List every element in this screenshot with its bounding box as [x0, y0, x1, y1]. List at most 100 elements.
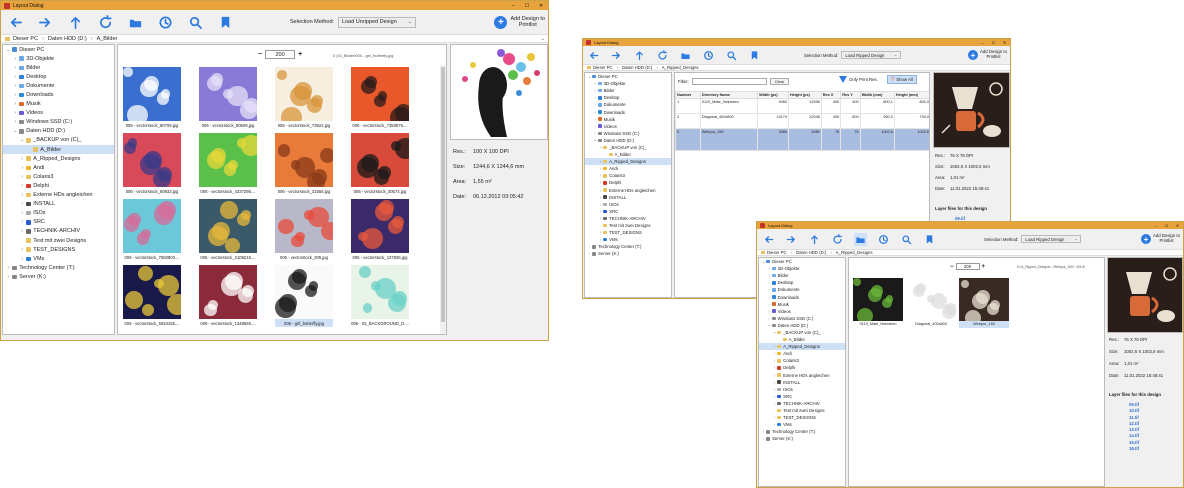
tree-item-technik-archiv[interactable]: › TECHNIK-ARCHIV	[759, 400, 845, 407]
breadcrumb-item[interactable]: Dieser PC	[13, 36, 38, 42]
tree-item-src[interactable]: › SRC	[759, 393, 845, 400]
expanded-chevron-icon[interactable]: ⌄	[19, 137, 26, 143]
collapsed-chevron-icon[interactable]: ›	[593, 88, 598, 93]
collapsed-chevron-icon[interactable]: ›	[593, 102, 598, 107]
tree-item-videos[interactable]: › Videos	[3, 109, 114, 118]
tree-item-test-designs[interactable]: › TEST_DESIGNS	[759, 414, 845, 421]
column-header[interactable]: Res Y	[840, 91, 861, 99]
thumbnail-item[interactable]: 006 - vectorstock_1348565....	[199, 265, 257, 327]
collapsed-chevron-icon[interactable]: ›	[593, 81, 598, 86]
expanded-chevron-icon[interactable]: ⌄	[5, 47, 12, 53]
tree-item-delphi[interactable]: › Delphi	[759, 364, 845, 371]
tree-item-vms[interactable]: › VMs	[3, 254, 114, 263]
collapsed-chevron-icon[interactable]: ›	[767, 266, 772, 271]
collapsed-chevron-icon[interactable]: ›	[767, 302, 772, 307]
tree-item-desktop[interactable]: › Desktop	[759, 279, 845, 286]
collapsed-chevron-icon[interactable]: ›	[593, 117, 598, 122]
tree-item-dokumente[interactable]: › Dokumente	[759, 286, 845, 293]
thumbnail-item[interactable]: 006 - 03_BACKGROUND_D....	[351, 265, 409, 327]
history-clock-icon[interactable]	[877, 233, 890, 246]
collapsed-chevron-icon[interactable]: ›	[767, 295, 772, 300]
tree-item-downloads[interactable]: › Downloads	[585, 108, 671, 115]
tree-item-technology-center[interactable]: › Technology Center (T:)	[3, 263, 114, 272]
selection-method-dropdown[interactable]: Load Unripped Design ⌄	[338, 16, 417, 28]
collapsed-chevron-icon[interactable]: ›	[12, 119, 19, 125]
folder-open-icon[interactable]	[127, 14, 144, 31]
tree-item-externe-hds[interactable]: › Externe HDs angleichen	[585, 187, 671, 194]
tree-item-colaris3[interactable]: › Colaris3	[585, 172, 671, 179]
collapsed-chevron-icon[interactable]: ›	[593, 124, 598, 129]
thumbnail-item[interactable]: 0119_Mate_Heineken	[853, 278, 903, 328]
collapsed-chevron-icon[interactable]: ›	[19, 247, 26, 253]
tree-item-windows-ssd[interactable]: › Windows SSD (C:)	[585, 130, 671, 137]
zoom-input[interactable]: 200	[955, 263, 980, 270]
tree-item-windows-ssd[interactable]: › Windows SSD (C:)	[759, 315, 845, 322]
add-design-button[interactable]: + Add Design to Printlist	[1141, 233, 1180, 244]
thumbnail-item[interactable]: 006 - vectorstock_4237295....	[199, 133, 257, 195]
expanded-chevron-icon[interactable]: ⌄	[12, 128, 19, 134]
filter-input[interactable]	[691, 78, 767, 85]
tree-item-src[interactable]: › SRC	[585, 208, 671, 215]
show-all-button[interactable]: ⛉ Show All	[887, 75, 917, 84]
search-icon[interactable]	[900, 233, 913, 246]
tree-item-isos[interactable]: › ISOs	[585, 201, 671, 208]
collapsed-chevron-icon[interactable]: ›	[12, 56, 19, 62]
selection-method-dropdown[interactable]: Load Ripped Design ⌄	[1021, 235, 1082, 243]
bookmark-icon[interactable]	[923, 233, 936, 246]
tree-item-install[interactable]: › INSTALL	[3, 200, 114, 209]
collapsed-chevron-icon[interactable]: ›	[767, 287, 772, 292]
tree-item-backup[interactable]: ⌄ _BACKUP von (C)_	[3, 136, 114, 145]
thumbnail-item[interactable]: 006 - vectorstock_137836.jpg	[351, 199, 409, 261]
tree-item-musik[interactable]: › Musik	[585, 116, 671, 123]
title-bar[interactable]: Layout Dialog – ☐ ✕	[757, 222, 1183, 229]
tree-item-server[interactable]: › Server (K:)	[759, 435, 845, 442]
zoom-input[interactable]: 200	[265, 50, 296, 59]
thumbnail-item[interactable]: Webpur_150	[959, 278, 1009, 328]
thumbnail-item[interactable]: 006 - vectorstock_60933.jpg	[123, 133, 181, 195]
tree-item-server[interactable]: › Server (K:)	[585, 250, 671, 257]
title-bar[interactable]: Layout Dialog – ☐ ✕	[1, 1, 548, 10]
back-arrow-icon[interactable]	[7, 14, 24, 31]
bookmark-icon[interactable]	[748, 49, 761, 62]
refresh-icon[interactable]	[656, 49, 669, 62]
folder-open-icon[interactable]	[854, 232, 867, 246]
tree-item-musik[interactable]: › Musik	[3, 100, 114, 109]
tree-item-technology-center[interactable]: › Technology Center (T:)	[585, 243, 671, 250]
clear-button[interactable]: Clear	[769, 78, 790, 85]
up-arrow-icon[interactable]	[67, 14, 84, 31]
collapsed-chevron-icon[interactable]: ›	[19, 219, 26, 225]
tree-item-videos[interactable]: › Videos	[759, 308, 845, 315]
zoom-in-button[interactable]: +	[298, 51, 302, 58]
zoom-out-button[interactable]: −	[950, 264, 954, 270]
tree-item-test-designs[interactable]: › TEST_DESIGNS	[3, 245, 114, 254]
tree-item-daten-hdd[interactable]: ⌄ Daten HDD (D:)	[585, 137, 671, 144]
back-arrow-icon[interactable]	[762, 233, 775, 246]
tree-item-dieser-pc[interactable]: ⌄ Dieser PC	[759, 258, 845, 265]
column-header[interactable]: Height (mm)	[893, 91, 929, 99]
tree-item-backup[interactable]: ⌄ _BACKUP von (C)_	[759, 329, 845, 336]
thumbnail-item[interactable]: 006 - vectorstock_7550803....	[123, 199, 181, 261]
breadcrumb-item[interactable]: Daten HDD (D:)	[622, 65, 652, 70]
table-row[interactable]: 3 Webpur_150 3080 3080 76 76 1002,6 1002,6	[675, 128, 929, 151]
tree-item-a-ripped-designs[interactable]: › A_Ripped_Designs	[759, 343, 845, 351]
tree-item-musik[interactable]: › Musik	[759, 301, 845, 308]
forward-arrow-icon[interactable]	[785, 233, 798, 246]
tree-item-src[interactable]: › SRC	[3, 218, 114, 227]
up-arrow-icon[interactable]	[633, 49, 646, 62]
collapsed-chevron-icon[interactable]: ›	[19, 256, 26, 262]
thumbnail-item[interactable]: 006 - vectorstock_7393975....	[351, 67, 409, 129]
column-header[interactable]: Directory Name	[699, 91, 759, 99]
collapsed-chevron-icon[interactable]: ›	[593, 110, 598, 115]
layer-file-link[interactable]: 10.tif	[1129, 408, 1139, 414]
thumbnail-item[interactable]: 006 - vectorstock_30574.jpg	[351, 133, 409, 195]
column-header[interactable]: Number	[675, 91, 701, 99]
collapsed-chevron-icon[interactable]: ›	[5, 274, 12, 280]
collapsed-chevron-icon[interactable]: ›	[12, 101, 19, 107]
collapsed-chevron-icon[interactable]: ›	[12, 83, 19, 89]
tree-item-bilder[interactable]: › Bilder	[585, 87, 671, 94]
expanded-chevron-icon[interactable]: ⌄	[767, 322, 772, 328]
thumbnail-item[interactable]: 006 - vectorstock_2109216....	[199, 199, 257, 261]
breadcrumb-item[interactable]: Daten HDD (D:)	[48, 36, 87, 42]
up-arrow-icon[interactable]	[808, 233, 821, 246]
column-header[interactable]: Height (px)	[788, 91, 822, 99]
